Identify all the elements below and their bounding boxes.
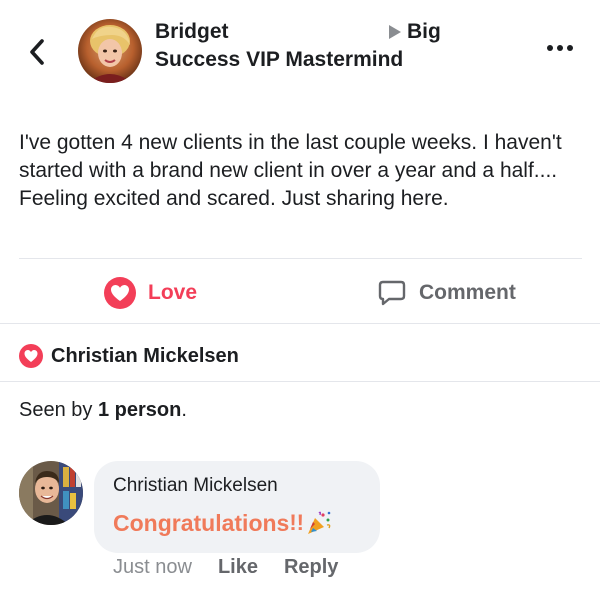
comment-label: Comment (419, 281, 516, 304)
divider (0, 381, 600, 382)
more-horizontal-icon (547, 45, 573, 51)
party-popper-icon (308, 511, 331, 534)
comment-button[interactable]: Comment (377, 276, 516, 310)
heart-icon (104, 277, 136, 309)
comment-text-body: Congratulations (113, 509, 290, 536)
seen-by-prefix: Seen by (19, 399, 98, 421)
chevron-left-icon (30, 39, 44, 65)
heart-icon (19, 344, 43, 368)
love-label: Love (148, 281, 198, 304)
comment-time: Just now (113, 556, 192, 578)
love-button[interactable]: Love (104, 276, 197, 310)
commenter-avatar[interactable] (19, 461, 83, 525)
comment-exclamation: !! (289, 510, 304, 535)
comment-bubble[interactable]: Christian Mickelsen Congratulations!! (94, 461, 380, 553)
author-avatar[interactable] (78, 19, 142, 83)
back-button[interactable] (22, 32, 52, 72)
seen-by[interactable]: Seen by 1 person. (19, 399, 187, 422)
post-text: I've gotten 4 new clients in the last co… (19, 131, 562, 210)
comment-text: Congratulations!! (113, 509, 333, 537)
author-name[interactable]: Bridget (155, 18, 229, 45)
comment-meta: Just now Like Reply (113, 556, 338, 579)
comment-reply-button[interactable]: Reply (284, 556, 338, 579)
seen-by-count: 1 person (97, 399, 182, 421)
divider (0, 323, 600, 324)
more-options-button[interactable] (540, 36, 580, 60)
comment-like-button[interactable]: Like (218, 556, 258, 579)
right-triangle-icon (389, 25, 401, 39)
divider (19, 258, 582, 259)
reactor-name: Christian Mickelsen (51, 344, 239, 367)
group-name-rest[interactable]: Success VIP Mastermind (155, 46, 403, 73)
group-name-first[interactable]: Big (407, 18, 441, 45)
speech-bubble-icon (378, 280, 406, 306)
comment-author[interactable]: Christian Mickelsen (113, 475, 278, 497)
seen-by-suffix: . (181, 399, 187, 421)
reactions-summary[interactable]: Christian Mickelsen (19, 341, 239, 371)
